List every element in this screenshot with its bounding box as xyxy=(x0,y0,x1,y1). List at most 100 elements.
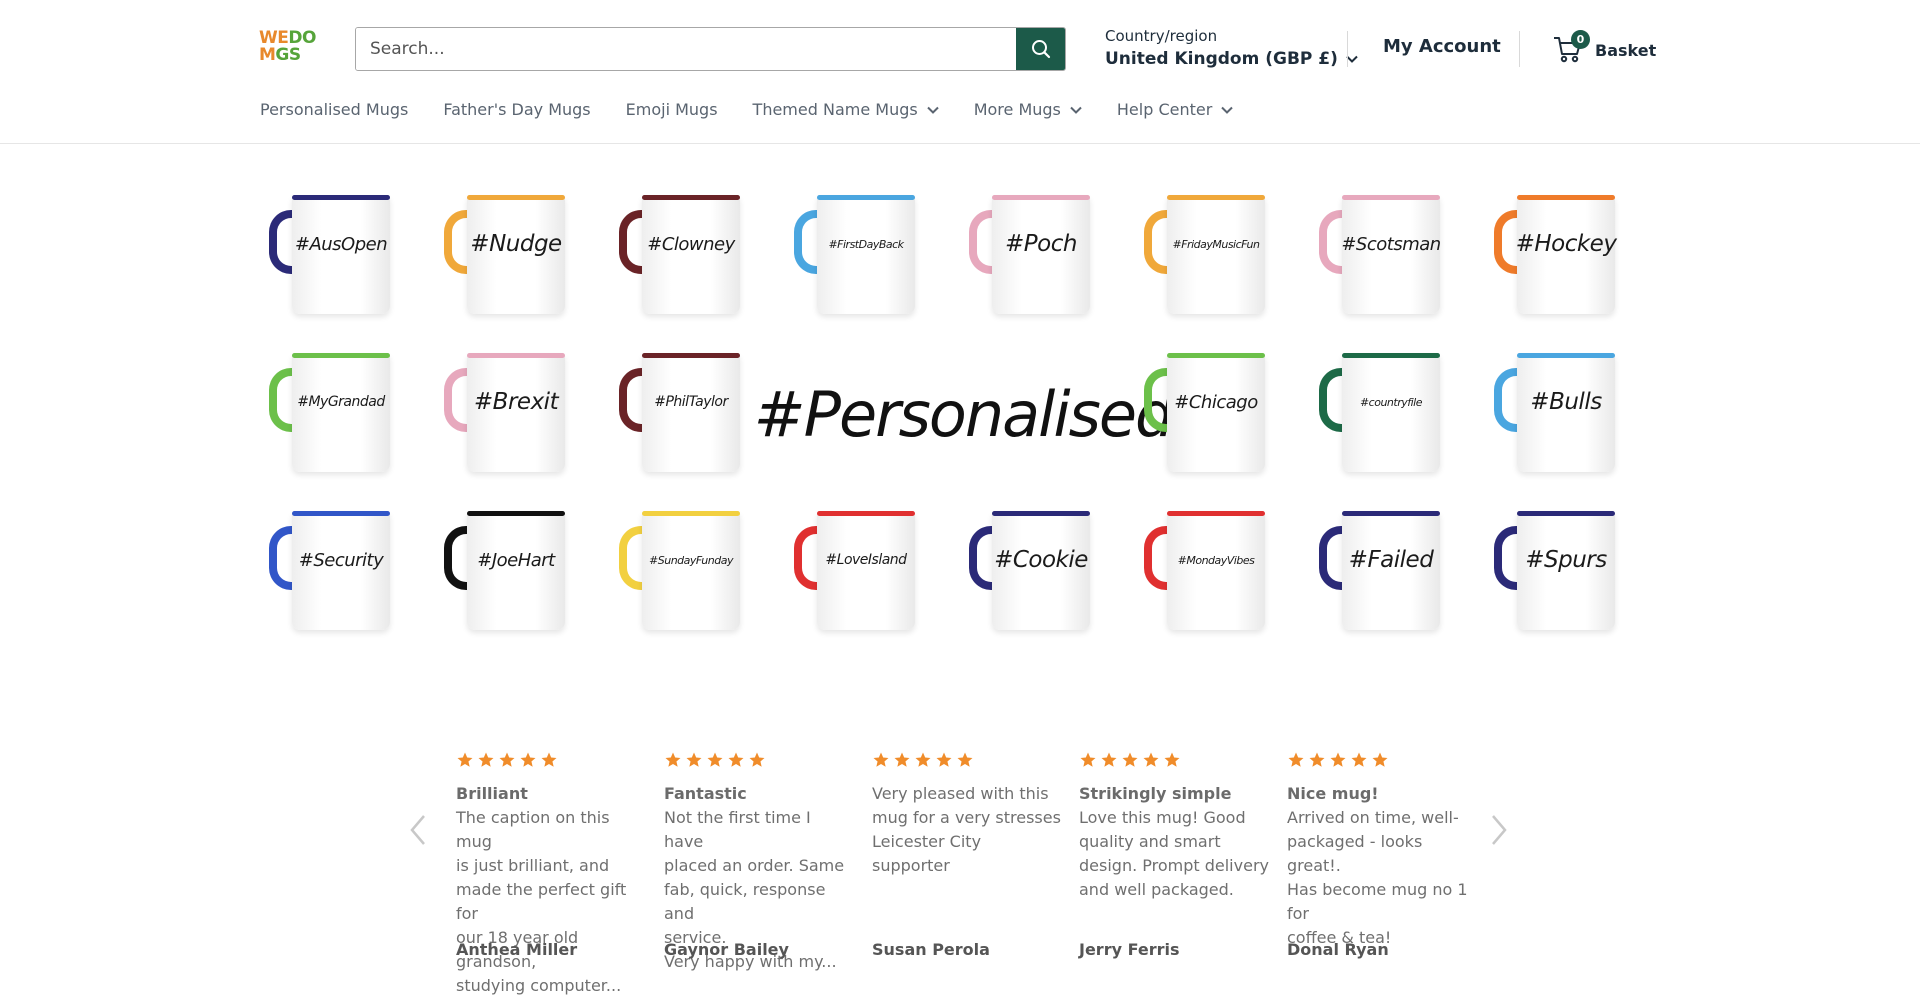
star-icon xyxy=(894,752,910,767)
star-icon xyxy=(1372,752,1388,767)
review-text-line: quality and smart xyxy=(1079,832,1221,851)
mug-rim xyxy=(642,195,740,200)
mug-image[interactable]: #Chicago xyxy=(1134,326,1284,472)
mug-caption: #Scotsman xyxy=(1341,233,1441,255)
carousel-next-button[interactable] xyxy=(1487,810,1511,850)
basket-label: Basket xyxy=(1595,40,1657,60)
nav-item[interactable]: More Mugs xyxy=(974,100,1082,119)
review-author: Donal Ryan xyxy=(1287,940,1389,959)
review-author: Gaynor Bailey xyxy=(664,940,789,959)
mug-image[interactable]: #MondayVibes xyxy=(1134,484,1284,630)
nav-item-label: Help Center xyxy=(1116,100,1213,119)
logo-text-m: M xyxy=(259,45,276,65)
star-icon xyxy=(1309,752,1325,767)
mug-caption: #Poch xyxy=(1005,231,1077,257)
mug-image[interactable]: #FridayMusicFun xyxy=(1134,168,1284,314)
mug-rim xyxy=(1167,511,1265,516)
mug-image[interactable]: #Cookie xyxy=(959,484,1109,630)
hero-banner: #Personalised #AusOpen #Nudge #Clowney #Fir… xyxy=(259,168,1661,658)
review-text-line: mug for a very stresses xyxy=(872,808,1061,827)
carousel-prev-button[interactable] xyxy=(406,810,430,850)
star-icon xyxy=(541,752,557,767)
country-value: United Kingdom (GBP £) xyxy=(1105,49,1338,69)
banner-headline: #Personalised xyxy=(753,377,1175,451)
star-icon xyxy=(665,752,681,767)
search-input[interactable] xyxy=(356,28,1016,70)
search-button[interactable] xyxy=(1016,28,1065,70)
review-text-line: fab, quick, response and xyxy=(664,880,826,923)
nav-item[interactable]: Help Center xyxy=(1116,100,1234,119)
mug-image[interactable]: #Scotsman xyxy=(1309,168,1459,314)
mug-caption: #Spurs xyxy=(1525,547,1607,573)
country-label: Country/region xyxy=(1105,27,1218,45)
mug-image[interactable]: #Security xyxy=(259,484,409,630)
chevron-down-icon xyxy=(1221,106,1234,114)
mug-image[interactable]: #SundayFunday xyxy=(609,484,759,630)
star-icon xyxy=(1122,752,1138,767)
review-card: Nice mug! Arrived on time, well-packaged … xyxy=(1287,750,1477,950)
mug-caption: #FirstDayBack xyxy=(828,237,904,251)
mug-caption: #Failed xyxy=(1348,547,1434,573)
nav-item[interactable]: Personalised Mugs xyxy=(260,100,408,119)
mug-caption: #Clowney xyxy=(647,233,735,255)
mug-image[interactable]: #Nudge xyxy=(434,168,584,314)
mug-caption: #PhilTaylor xyxy=(654,394,728,410)
star-icon xyxy=(1351,752,1367,767)
country-selector[interactable]: Country/region United Kingdom (GBP £) xyxy=(1105,26,1358,72)
mug-caption: #LoveIsland xyxy=(825,552,907,568)
basket-icon-wrap: 0 xyxy=(1553,30,1590,63)
review-text-line: Very pleased with this xyxy=(872,784,1049,803)
mug-image[interactable]: #PhilTaylor xyxy=(609,326,759,472)
mug-image[interactable]: #LoveIsland xyxy=(784,484,934,630)
search-bar xyxy=(355,27,1066,71)
mug-rim xyxy=(1342,195,1440,200)
my-account-link[interactable]: My Account xyxy=(1383,36,1501,57)
mug-caption: #Security xyxy=(298,549,384,571)
chevron-right-icon xyxy=(1492,815,1507,845)
nav-item[interactable]: Father's Day Mugs xyxy=(443,100,590,119)
mug-rim xyxy=(1167,353,1265,358)
mug-image[interactable]: #Brexit xyxy=(434,326,584,472)
mug-image[interactable]: #countryfile xyxy=(1309,326,1459,472)
nav-item[interactable]: Themed Name Mugs xyxy=(753,100,939,119)
site-logo[interactable]: WEDO MGS xyxy=(259,30,317,68)
mug-rim xyxy=(642,353,740,358)
review-text-line: The caption on this mug xyxy=(456,808,610,851)
country-dropdown[interactable]: United Kingdom (GBP £) xyxy=(1105,46,1358,72)
star-icon xyxy=(957,752,973,767)
review-text-line: studying computer... xyxy=(456,976,622,995)
star-rating xyxy=(1287,750,1477,770)
mug-rim xyxy=(467,511,565,516)
mug-rim xyxy=(1517,353,1615,358)
mug-caption: #MondayVibes xyxy=(1177,553,1255,567)
mug-image[interactable]: #Hockey xyxy=(1484,168,1634,314)
basket-link[interactable]: 0 Basket xyxy=(1553,30,1657,63)
review-text-line: Leicester City supporter xyxy=(872,832,982,875)
chevron-left-icon xyxy=(410,815,425,845)
mug-image[interactable]: #Clowney xyxy=(609,168,759,314)
star-icon xyxy=(520,752,536,767)
chevron-down-icon xyxy=(926,106,939,114)
mug-image[interactable]: #Poch xyxy=(959,168,1109,314)
mug-image[interactable]: #Bulls xyxy=(1484,326,1634,472)
mug-image[interactable]: #Spurs xyxy=(1484,484,1634,630)
star-rating xyxy=(664,750,854,770)
mug-image[interactable]: #AusOpen xyxy=(259,168,409,314)
mug-caption: #Bulls xyxy=(1530,389,1602,415)
mug-caption: #Nudge xyxy=(470,231,562,257)
mug-image[interactable]: #JoeHart xyxy=(434,484,584,630)
review-card: Very pleased with this mug for a very str… xyxy=(872,750,1062,878)
mug-caption: #Cookie xyxy=(994,547,1088,573)
nav-item[interactable]: Emoji Mugs xyxy=(626,100,718,119)
basket-count-badge: 0 xyxy=(1571,30,1590,49)
mug-image[interactable]: #MyGrandad xyxy=(259,326,409,472)
star-icon xyxy=(1288,752,1304,767)
mug-caption: #JoeHart xyxy=(477,549,555,571)
mug-caption: #AusOpen xyxy=(294,233,388,255)
mug-image[interactable]: #FirstDayBack xyxy=(784,168,934,314)
mug-caption: #Brexit xyxy=(473,389,559,415)
mug-image[interactable]: #Failed xyxy=(1309,484,1459,630)
mug-rim xyxy=(1342,353,1440,358)
star-icon xyxy=(499,752,515,767)
mug-caption: #Hockey xyxy=(1515,231,1617,257)
